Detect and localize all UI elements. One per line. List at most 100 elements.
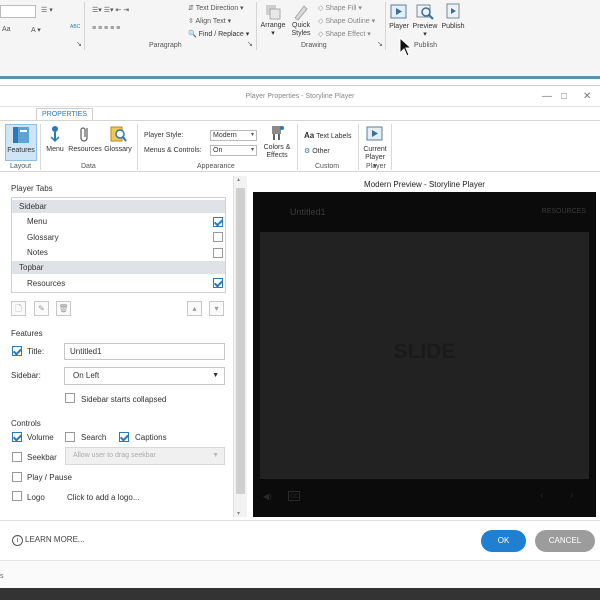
glossary-checkbox[interactable] xyxy=(213,232,223,242)
minimize-icon[interactable]: — xyxy=(542,86,552,107)
text-color-icon[interactable]: A ▾ xyxy=(31,26,41,34)
gear-icon: ⚙ xyxy=(304,148,311,155)
new-tab-button[interactable]: 🗋 xyxy=(11,301,26,316)
dialog-ribbon: Features Layout Menu Resources Glossary … xyxy=(0,120,600,172)
other-button[interactable]: ⚙ Other xyxy=(304,147,330,155)
player-style-select[interactable]: Modern ▾ xyxy=(210,130,257,141)
logo-checkbox[interactable] xyxy=(12,491,22,501)
notes-checkbox[interactable] xyxy=(213,248,223,258)
ribbon-separator xyxy=(358,124,359,170)
seekbar-checkbox[interactable] xyxy=(12,452,22,462)
preview-label: Preview xyxy=(412,23,438,30)
list-icon[interactable]: ☰ ▾ xyxy=(41,6,53,14)
menu-button[interactable]: Menu xyxy=(43,124,67,153)
shape-effect-label: Shape Effect xyxy=(325,31,366,38)
player-label: Player xyxy=(389,23,409,30)
tab-item-glossary[interactable]: Glossary xyxy=(12,230,225,245)
tab-properties[interactable]: PROPERTIES xyxy=(36,108,93,120)
text-direction-button[interactable]: ⇵ Text Direction ▾ xyxy=(188,4,244,12)
ribbon-separator xyxy=(40,124,41,170)
mouse-cursor-icon xyxy=(399,37,412,57)
player-button[interactable]: Player xyxy=(387,2,411,30)
group-launcher-icon[interactable]: ↘ xyxy=(76,40,82,48)
resources-label: Resources xyxy=(68,146,102,153)
layout-group-label: Layout xyxy=(10,163,32,170)
shape-outline-button[interactable]: ◇ Shape Outline ▾ xyxy=(318,17,375,25)
cancel-button[interactable]: CANCEL xyxy=(535,530,595,552)
volume-label: Volume xyxy=(27,433,54,442)
tab-item-label: Glossary xyxy=(27,233,59,242)
ribbon-separator xyxy=(256,2,257,50)
maximize-icon[interactable]: □ xyxy=(561,86,567,107)
tab-item-resources[interactable]: Resources xyxy=(12,276,225,291)
search-label: Search xyxy=(81,433,107,442)
play-pause-checkbox[interactable] xyxy=(12,472,22,482)
colors-effects-button[interactable]: Colors & Effects xyxy=(261,124,293,160)
text-labels-icon: Aa xyxy=(304,131,315,140)
features-button[interactable]: Features xyxy=(5,124,37,161)
features-label: Features xyxy=(7,147,35,154)
arrange-icon xyxy=(266,5,281,20)
move-up-button[interactable]: ▴ xyxy=(187,301,202,316)
quick-styles-button[interactable]: Quick Styles xyxy=(288,3,314,38)
volume-checkbox[interactable] xyxy=(12,432,22,442)
ribbon-separator xyxy=(385,2,386,50)
scroll-down-icon[interactable]: ▾ xyxy=(237,510,240,517)
align-icons[interactable]: ≡ ≡ ≡ ≡ ≡ xyxy=(92,25,120,32)
tab-item-menu[interactable]: Menu xyxy=(12,214,225,229)
title-input[interactable]: Untitled1 xyxy=(64,343,225,360)
shape-fill-button[interactable]: ◇ Shape Fill ▾ xyxy=(318,4,362,12)
seekbar-select[interactable]: Allow user to drag seekbar ▼ xyxy=(65,447,225,465)
menu-icon xyxy=(50,126,60,143)
group-launcher-icon[interactable]: ↘ xyxy=(377,40,383,48)
player-preview: Untitled1 RESOURCES SLIDE ◀) cc ‹ › xyxy=(253,192,596,517)
publish-button[interactable]: Publish xyxy=(439,2,467,30)
learn-more-label: LEARN MORE... xyxy=(25,535,85,544)
bullets-icon[interactable]: ☰▾ ☰▾ ⇤ ⇥ xyxy=(92,6,129,14)
add-logo-link[interactable]: Click to add a logo... xyxy=(67,493,139,502)
find-replace-button[interactable]: 🔍 Find / Replace ▾ xyxy=(188,30,249,38)
scroll-up-icon[interactable]: ▴ xyxy=(237,176,240,183)
player-style-label: Player Style: xyxy=(144,132,184,139)
title-checkbox[interactable] xyxy=(12,346,22,356)
publish-group-label: Publish xyxy=(414,42,437,49)
search-checkbox[interactable] xyxy=(65,432,75,442)
arrange-button[interactable]: Arrange ▾ xyxy=(258,3,288,37)
scrollbar-thumb[interactable] xyxy=(236,188,245,494)
menu-checkbox[interactable] xyxy=(213,217,223,227)
resources-button[interactable]: Resources xyxy=(68,124,102,153)
ok-button[interactable]: OK xyxy=(481,530,526,552)
close-icon[interactable]: ✕ xyxy=(583,86,591,107)
chevron-down-icon: ▾ xyxy=(250,132,254,138)
ribbon-separator xyxy=(391,124,392,170)
left-panel-scrollbar[interactable]: ▴ ▾ xyxy=(233,176,247,517)
title-value: Untitled1 xyxy=(70,347,102,356)
group-launcher-icon[interactable]: ↘ xyxy=(247,40,253,48)
edit-tab-button[interactable]: ✎ xyxy=(34,301,49,316)
delete-tab-button[interactable]: 🗑 xyxy=(56,301,71,316)
captions-checkbox[interactable] xyxy=(119,432,129,442)
custom-group-label: Custom xyxy=(315,163,340,170)
preview-icon xyxy=(416,4,434,20)
tab-item-notes[interactable]: Notes xyxy=(12,245,225,260)
status-text: s xyxy=(0,573,4,580)
text-labels-label: Text Labels xyxy=(316,133,352,140)
learn-more-link[interactable]: i LEARN MORE... xyxy=(12,535,85,546)
features-icon xyxy=(13,127,29,143)
font-size-combo[interactable] xyxy=(0,5,36,18)
text-labels-button[interactable]: Aa Text Labels xyxy=(304,131,351,140)
resources-checkbox[interactable] xyxy=(213,278,223,288)
glossary-button[interactable]: Glossary xyxy=(103,124,133,153)
play-pause-label: Play / Pause xyxy=(27,473,72,482)
captions-label: Captions xyxy=(135,433,167,442)
colors-effects-label: Colors & Effects xyxy=(263,144,291,159)
move-down-button[interactable]: ▾ xyxy=(209,301,224,316)
menus-controls-select[interactable]: On ▾ xyxy=(210,145,257,156)
sidebar-collapsed-checkbox[interactable] xyxy=(65,393,75,403)
align-text-button[interactable]: ⇳ Align Text ▾ xyxy=(188,17,231,25)
seekbar-label: Seekbar xyxy=(27,453,57,462)
sidebar-select[interactable]: On Left ▼ xyxy=(64,367,225,385)
shape-effect-button[interactable]: ◇ Shape Effect ▾ xyxy=(318,30,371,38)
preview-button[interactable]: Preview ▾ xyxy=(411,2,439,38)
player-group-label: Player xyxy=(366,163,386,170)
